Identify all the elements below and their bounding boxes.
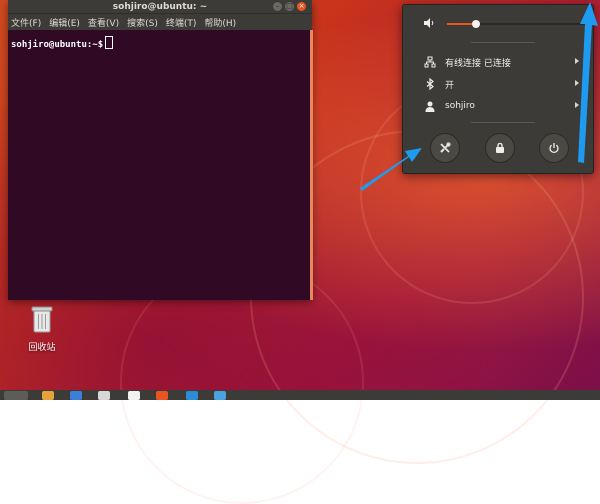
- volume-row: [403, 15, 593, 33]
- wired-network-icon: [424, 56, 436, 68]
- dock-app-icon[interactable]: [156, 391, 168, 400]
- settings-button[interactable]: [430, 133, 460, 163]
- menu-search[interactable]: 搜索(S): [127, 16, 158, 29]
- menu-separator: [471, 122, 535, 123]
- network-menu-item[interactable]: 有线连接 已连接: [403, 53, 593, 71]
- network-label: 有线连接 已连接: [445, 58, 511, 69]
- user-menu-item[interactable]: sohjiro: [403, 97, 593, 115]
- bluetooth-menu-item[interactable]: 开: [403, 75, 593, 93]
- volume-slider-knob[interactable]: [472, 20, 480, 28]
- settings-icon: [440, 142, 451, 153]
- user-icon: [425, 101, 435, 112]
- user-label: sohjiro: [445, 101, 475, 111]
- window-controls: – □ ×: [273, 2, 306, 11]
- dock-app-icon[interactable]: [186, 391, 198, 400]
- show-applications-icon[interactable]: [4, 391, 28, 400]
- terminal-body[interactable]: sohjiro@ubuntu:~$: [8, 30, 312, 53]
- close-button[interactable]: ×: [297, 2, 306, 11]
- power-icon: [549, 143, 559, 154]
- menu-separator: [471, 42, 535, 43]
- menu-file[interactable]: 文件(F): [11, 16, 41, 29]
- maximize-button[interactable]: □: [285, 2, 294, 11]
- bluetooth-label: 开: [445, 80, 455, 91]
- window-resize-edge[interactable]: [310, 30, 313, 300]
- terminal-titlebar[interactable]: sohjiro@ubuntu: ~ – □ ×: [8, 0, 312, 13]
- bluetooth-icon: [426, 78, 434, 90]
- dock-app-icon[interactable]: [70, 391, 82, 400]
- terminal-prompt: sohjiro@ubuntu:~$: [11, 40, 104, 50]
- submenu-arrow-icon: [575, 58, 579, 64]
- submenu-arrow-icon: [575, 80, 579, 86]
- menu-terminal[interactable]: 终端(T): [166, 16, 197, 29]
- dock-app-icon[interactable]: [214, 391, 226, 400]
- menu-view[interactable]: 查看(V): [88, 16, 119, 29]
- terminal-title: sohjiro@ubuntu: ~: [112, 1, 208, 12]
- dock: [0, 390, 600, 400]
- terminal-menubar: 文件(F) 编辑(E) 查看(V) 搜索(S) 终端(T) 帮助(H): [8, 13, 312, 30]
- dock-app-icon[interactable]: [42, 391, 54, 400]
- menu-help[interactable]: 帮助(H): [204, 16, 236, 29]
- trash-label: 回收站: [28, 343, 56, 353]
- lock-icon: [496, 142, 504, 153]
- volume-icon: [424, 18, 434, 28]
- dock-app-icon[interactable]: [98, 391, 110, 400]
- dock-app-icon[interactable]: [128, 391, 140, 400]
- submenu-arrow-icon: [575, 102, 579, 108]
- power-button[interactable]: [539, 133, 569, 163]
- minimize-button[interactable]: –: [273, 2, 282, 11]
- trash-icon: [31, 306, 53, 333]
- volume-slider[interactable]: [447, 20, 587, 28]
- trash-desktop-icon[interactable]: 回收站: [24, 304, 60, 353]
- terminal-cursor: [105, 36, 114, 49]
- terminal-window[interactable]: sohjiro@ubuntu: ~ – □ × 文件(F) 编辑(E) 查看(V…: [8, 0, 312, 300]
- system-status-menu: 有线连接 已连接 开 sohjiro: [402, 4, 594, 174]
- menu-edit[interactable]: 编辑(E): [49, 16, 80, 29]
- lock-button[interactable]: [485, 133, 515, 163]
